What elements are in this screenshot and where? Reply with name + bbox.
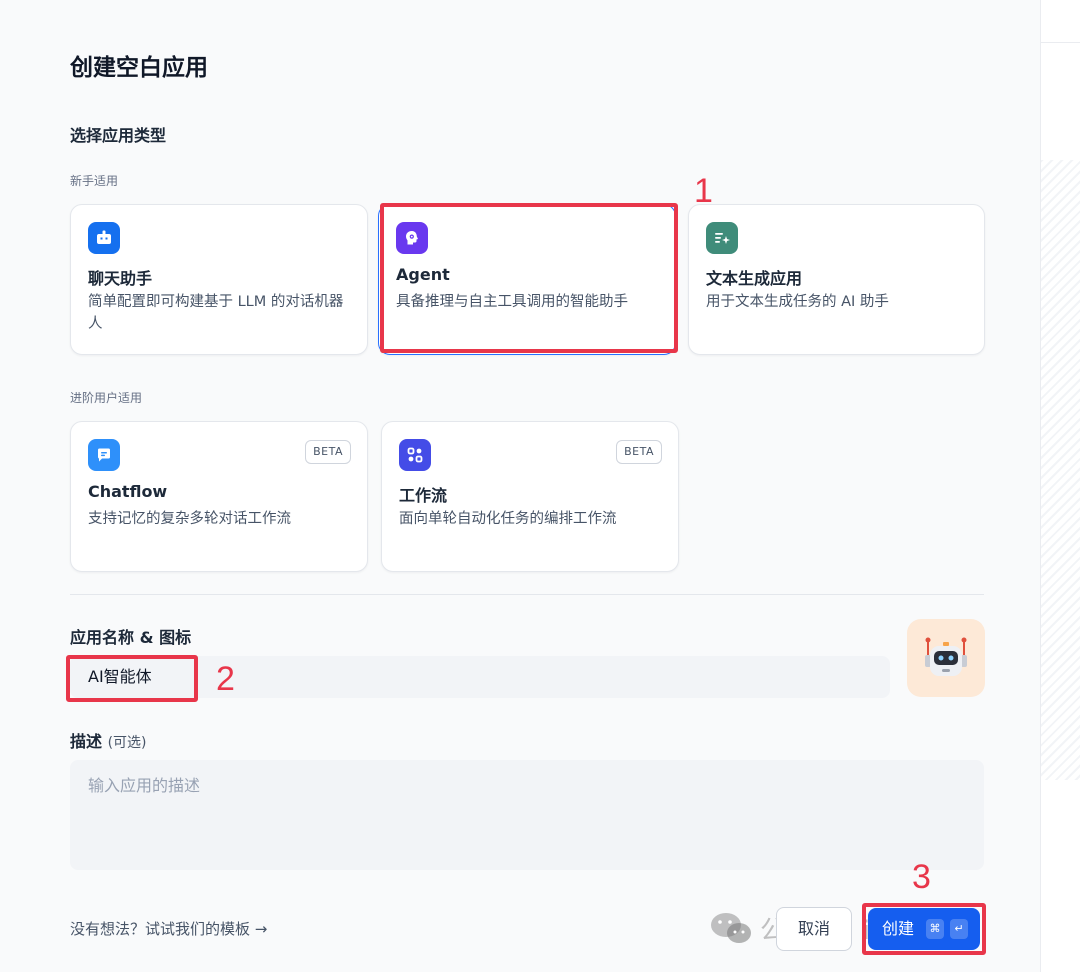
- description-label: 描述 (可选): [70, 728, 147, 752]
- side-panel-strip: [1040, 0, 1080, 972]
- description-textarea[interactable]: 输入应用的描述: [70, 760, 984, 870]
- section-divider: [70, 594, 984, 595]
- annotation-number-2: 2: [216, 660, 235, 698]
- app-name-label: 应用名称 & 图标: [70, 628, 192, 647]
- annotation-box-agent: [380, 203, 678, 353]
- app-type-card-text-generator[interactable]: 文本生成应用 用于文本生成任务的 AI 助手: [688, 204, 985, 355]
- beta-badge: BETA: [305, 440, 351, 464]
- group-label-advanced: 进阶用户适用: [70, 391, 143, 405]
- card-description: 支持记忆的复杂多轮对话工作流: [88, 511, 291, 527]
- card-title: 工作流: [399, 486, 448, 505]
- card-description: 面向单轮自动化任务的编排工作流: [399, 511, 617, 527]
- text-generate-icon: [706, 222, 738, 254]
- section-title-app-type: 选择应用类型: [70, 126, 167, 145]
- beta-badge: BETA: [616, 440, 662, 464]
- workflow-icon: [399, 439, 431, 471]
- annotation-box-create: [862, 903, 986, 955]
- app-type-card-workflow[interactable]: BETA 工作流 面向单轮自动化任务的编排工作流: [381, 421, 679, 572]
- annotation-number-3: 3: [912, 858, 931, 896]
- group-label-beginner: 新手适用: [70, 174, 119, 188]
- card-description: 用于文本生成任务的 AI 助手: [706, 294, 889, 310]
- card-title: 聊天助手: [88, 269, 153, 288]
- wechat-logo-icon: [711, 913, 751, 943]
- try-templates-link[interactable]: 没有想法？试试我们的模板 →: [70, 918, 267, 939]
- chatflow-icon: [88, 439, 120, 471]
- card-title: Chatflow: [88, 482, 168, 501]
- strip-divider: [1041, 42, 1080, 43]
- optional-hint: (可选): [107, 735, 147, 751]
- card-title: 文本生成应用: [706, 269, 803, 288]
- card-description: 简单配置即可构建基于 LLM 的对话机器人: [88, 294, 344, 332]
- annotation-box-name: [66, 655, 198, 702]
- annotation-number-1: 1: [694, 172, 713, 210]
- app-avatar-picker[interactable]: [907, 619, 985, 697]
- app-type-card-chatflow[interactable]: BETA Chatflow 支持记忆的复杂多轮对话工作流: [70, 421, 368, 572]
- dialog-title: 创建空白应用: [70, 55, 208, 81]
- description-label-text: 描述: [70, 732, 103, 751]
- robot-avatar-icon: [925, 637, 967, 676]
- cancel-button[interactable]: 取消: [776, 907, 852, 951]
- chat-bot-icon: [88, 222, 120, 254]
- hatched-area: [1041, 160, 1080, 780]
- app-type-card-chatbot[interactable]: 聊天助手 简单配置即可构建基于 LLM 的对话机器人: [70, 204, 368, 355]
